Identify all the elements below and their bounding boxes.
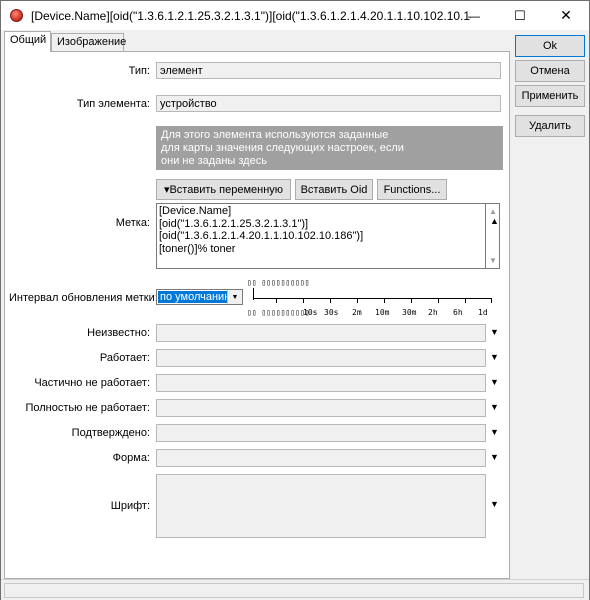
working-select[interactable] xyxy=(156,349,486,367)
slider-tick xyxy=(465,298,466,303)
refresh-interval-select[interactable]: по умолчанию ▼ xyxy=(156,289,243,305)
info-line: для карты значения следующих настроек, е… xyxy=(161,142,404,154)
window-title: [Device.Name][oid("1.3.6.1.2.1.25.3.2.1.… xyxy=(31,9,471,23)
functions-button[interactable]: Functions... xyxy=(377,179,447,200)
slider-tick xyxy=(303,298,304,303)
down-label: Полностью не работает: xyxy=(25,402,150,414)
status-field xyxy=(4,583,584,598)
element-type-label: Тип элемента: xyxy=(76,98,150,110)
app-icon xyxy=(10,9,23,22)
status-bar xyxy=(1,579,589,600)
chevron-down-icon[interactable]: ▼ xyxy=(227,290,242,304)
slider-tick-label: 2h xyxy=(428,308,438,317)
cancel-button[interactable]: Отмена xyxy=(515,60,585,82)
slider-tick xyxy=(491,298,492,303)
label-line: [oid("1.3.6.1.2.1.4.20.1.1.10.102.10.186… xyxy=(159,230,364,242)
acknowledged-label: Подтверждено: xyxy=(71,427,150,439)
minimize-button[interactable]: — xyxy=(451,1,497,30)
font-preview[interactable] xyxy=(156,474,486,538)
chevron-down-icon[interactable]: ▼ xyxy=(490,352,499,362)
label-scrollbar[interactable]: ▲ ▼ xyxy=(486,203,500,269)
slider-tick xyxy=(384,298,385,303)
partially-down-label: Частично не работает: xyxy=(34,377,150,389)
close-icon: ✕ xyxy=(560,7,572,23)
delete-button[interactable]: Удалить xyxy=(515,115,585,137)
label-expand-icon[interactable]: ▲ xyxy=(490,216,499,226)
slider-tick-label: 10m xyxy=(375,308,390,317)
label-textarea[interactable]: [Device.Name] [oid("1.3.6.1.2.1.25.3.2.1… xyxy=(156,203,486,269)
chevron-down-icon[interactable]: ▼ xyxy=(490,327,499,337)
title-bar[interactable]: [Device.Name][oid("1.3.6.1.2.1.25.3.2.1.… xyxy=(1,1,589,30)
refresh-interval-slider[interactable] xyxy=(253,298,491,299)
slider-tick-label: 2m xyxy=(352,308,362,317)
maximize-icon: ☐ xyxy=(514,7,526,23)
tab-image[interactable]: Изображение xyxy=(51,33,126,51)
slider-tick xyxy=(438,298,439,303)
chevron-down-icon[interactable]: ▼ xyxy=(490,377,499,387)
ok-button[interactable]: Ok xyxy=(515,35,585,57)
chevron-down-icon[interactable]: ▼ xyxy=(490,427,499,437)
inherited-settings-info: Для этого элемента используются заданные… xyxy=(156,126,503,170)
refresh-interval-label: Интервал обновления метки: xyxy=(9,292,158,304)
chevron-down-icon[interactable]: ▼ xyxy=(490,452,499,462)
working-label: Работает: xyxy=(99,352,150,364)
tab-general[interactable]: Общий xyxy=(4,31,51,52)
slider-tick-label: 10s xyxy=(303,308,318,317)
slider-thumb-label-bottom: ▯▯ ▯▯▯▯▯▯▯▯▯▯ xyxy=(247,308,310,317)
type-field: элемент xyxy=(156,62,501,79)
scroll-down-icon[interactable]: ▼ xyxy=(489,256,497,265)
label-line: [Device.Name] xyxy=(159,205,232,217)
element-type-field: устройство xyxy=(156,95,501,112)
slider-tick-label: 6h xyxy=(453,308,463,317)
dialog-window: [Device.Name][oid("1.3.6.1.2.1.25.3.2.1.… xyxy=(0,0,590,600)
chevron-down-icon[interactable]: ▼ xyxy=(490,402,499,412)
label-line: [oid("1.3.6.1.2.1.25.3.2.1.3.1")] xyxy=(159,217,309,230)
slider-tick-label: 1d xyxy=(478,308,488,317)
slider-thumb[interactable] xyxy=(253,288,254,300)
minimize-icon: — xyxy=(468,8,480,23)
apply-button[interactable]: Применить xyxy=(515,85,585,107)
slider-thumb-label-top: ▯▯ ▯▯▯▯▯▯▯▯▯▯ xyxy=(247,278,310,287)
unknown-label: Неизвестно: xyxy=(87,327,150,339)
partially-down-select[interactable] xyxy=(156,374,486,392)
tab-strip: Общий Изображение xyxy=(4,31,509,52)
acknowledged-select[interactable] xyxy=(156,424,486,442)
insert-variable-button[interactable]: ▾Вставить переменную xyxy=(156,179,291,200)
down-select[interactable] xyxy=(156,399,486,417)
slider-tick xyxy=(411,298,412,303)
slider-tick xyxy=(357,298,358,303)
maximize-button[interactable]: ☐ xyxy=(497,1,543,30)
slider-tick-label: 30m xyxy=(402,308,417,317)
type-label: Тип: xyxy=(128,65,150,77)
info-line: они не заданы здесь xyxy=(161,155,267,167)
slider-tick xyxy=(276,298,277,303)
shape-label: Форма: xyxy=(112,452,150,464)
close-button[interactable]: ✕ xyxy=(543,1,589,30)
shape-select[interactable] xyxy=(156,449,486,467)
label-label: Метка: xyxy=(115,217,150,229)
scroll-up-icon[interactable]: ▲ xyxy=(489,207,497,216)
label-line: [toner()]% toner xyxy=(159,242,236,255)
font-label: Шрифт: xyxy=(110,500,150,512)
insert-oid-button[interactable]: Вставить Oid xyxy=(295,179,373,200)
refresh-interval-value: по умолчанию xyxy=(158,291,235,303)
slider-tick xyxy=(330,298,331,303)
info-line: Для этого элемента используются заданные xyxy=(161,129,389,141)
unknown-select[interactable] xyxy=(156,324,486,342)
chevron-down-icon[interactable]: ▼ xyxy=(490,499,499,509)
slider-tick-label: 30s xyxy=(324,308,339,317)
